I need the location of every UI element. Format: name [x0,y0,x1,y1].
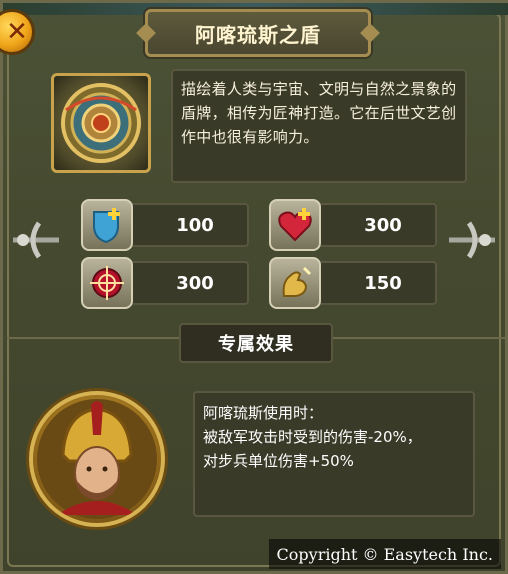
stat-attack: 300 [81,257,249,309]
copyright-text: Copyright © Easytech Inc. [268,539,501,569]
item-title: 阿喀琉斯之盾 [195,22,321,47]
right-ornament-icon [449,221,495,259]
hero-avatar [29,391,165,527]
stat-strength: 150 [269,257,437,309]
stat-strength-value: 150 [364,272,402,294]
exclusive-heading-plate: 专属效果 [179,323,333,363]
close-icon: ✕ [6,17,28,47]
shield-item-icon [51,73,151,173]
shield-plus-icon [81,199,133,251]
exclusive-heading: 专属效果 [218,334,294,355]
left-ornament-icon [13,221,59,259]
stat-health-value: 300 [364,214,402,236]
effect-condition: 阿喀琉斯使用时： [203,404,324,422]
exclusive-effect-box: 阿喀琉斯使用时： 被敌军攻击时受到的伤害-20%， 对步兵单位伤害+50% [193,391,475,517]
crosshair-icon [81,257,133,309]
title-plate: 阿喀琉斯之盾 [145,9,371,57]
stat-attack-value: 300 [176,272,214,294]
close-button[interactable]: ✕ [0,9,35,55]
stat-defense-value: 100 [176,214,214,236]
stat-defense: 100 [81,199,249,251]
description-box: 描绘着人类与宇宙、文明与自然之景象的盾牌，相传为匠神打造。它在后世文艺创作中也很… [171,69,467,183]
item-description: 描绘着人类与宇宙、文明与自然之景象的盾牌，相传为匠神打造。它在后世文艺创作中也很… [181,80,457,146]
effect-damage-reduction: 被敌军攻击时受到的伤害-20%， [203,428,422,446]
stat-health: 300 [269,199,437,251]
strength-arm-icon [269,257,321,309]
effect-infantry-bonus: 对步兵单位伤害+50% [203,452,354,470]
heart-plus-icon [269,199,321,251]
item-detail-panel: ✕ 阿喀琉斯之盾 描绘着人类与宇宙、文明与自然之景象的盾牌，相传为匠神打造。它在… [0,0,508,574]
